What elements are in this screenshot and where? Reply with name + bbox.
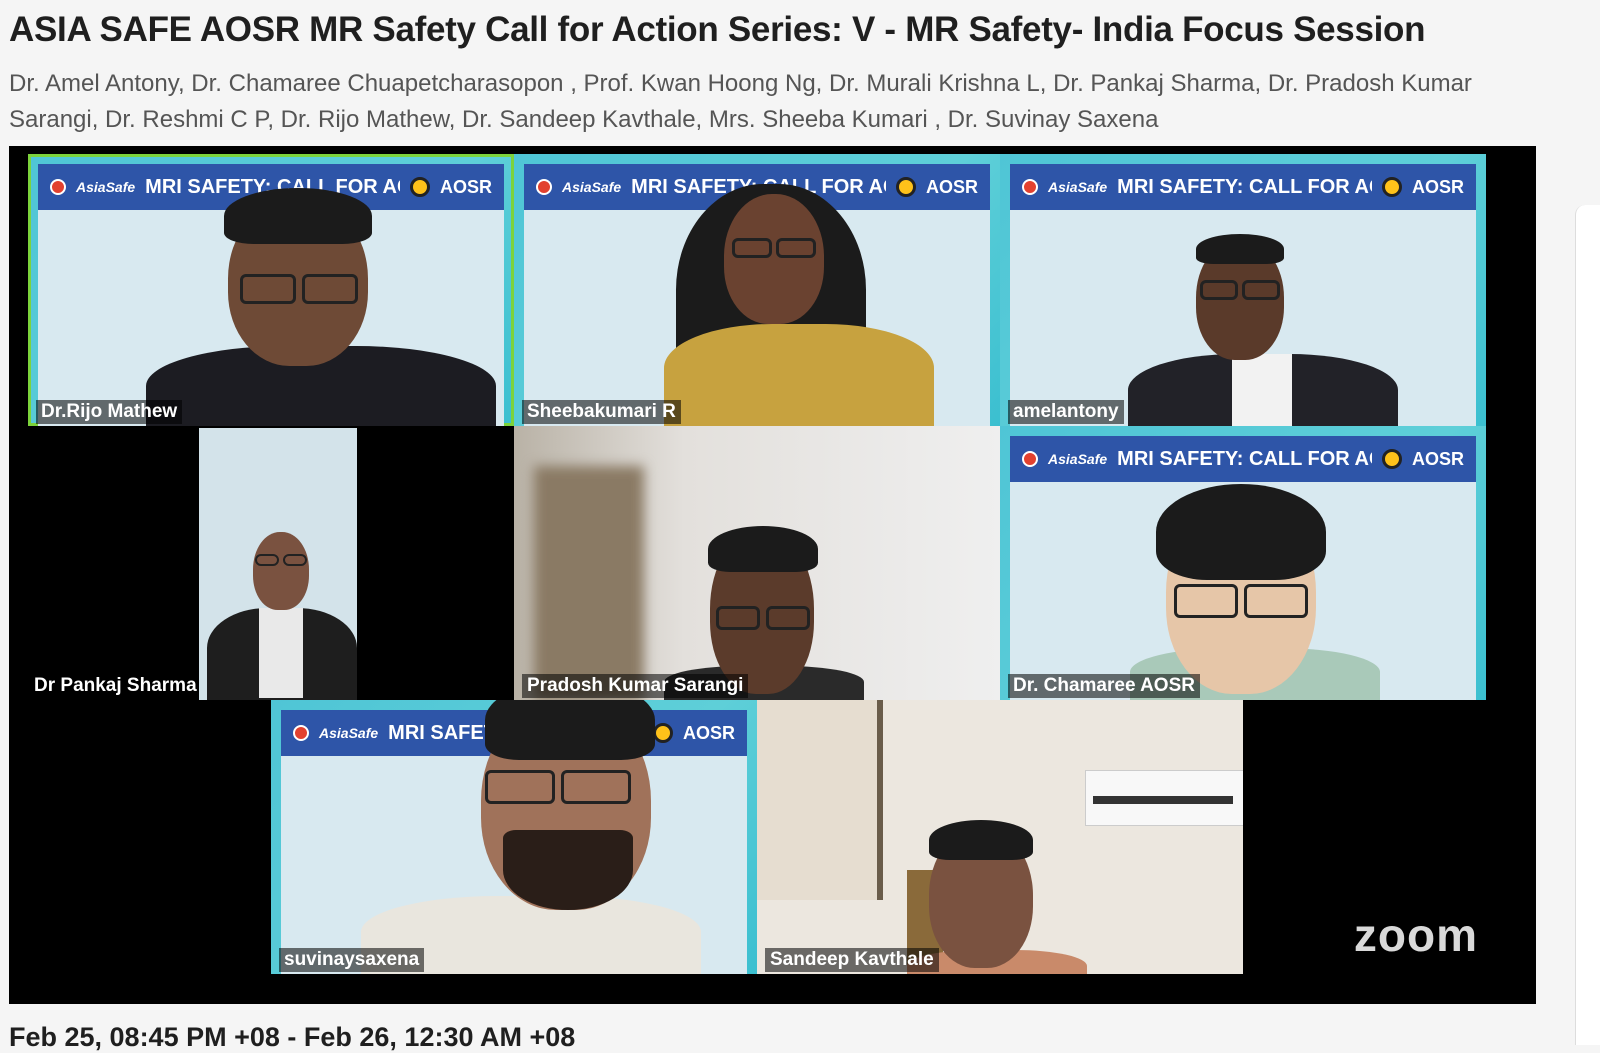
banner-headline: MRI SAFETY: CALL FOR ACTION: [1117, 175, 1372, 198]
aosr-logo-icon: [1381, 449, 1402, 469]
banner-brand: AsiaSafe: [1048, 179, 1108, 195]
participant-tile-pradosh-sarangi: Pradosh Kumar Sarangi: [514, 426, 1000, 700]
participant-tile-rijo-mathew: AsiaSafe MRI SAFETY: CALL FOR ACTION AOS…: [28, 154, 514, 426]
side-panel-edge: [1575, 205, 1600, 1045]
asiasafe-logo-icon: [1022, 451, 1038, 467]
asiasafe-logo-icon: [536, 179, 552, 195]
banner-brand: AsiaSafe: [1048, 451, 1108, 467]
participant-tile-pankaj-sharma: Dr Pankaj Sharma: [9, 426, 514, 700]
participant-name: Sheebakumari R: [522, 400, 681, 424]
participant-name: Dr.Rijo Mathew: [36, 400, 183, 424]
participant-name: Pradosh Kumar Sarangi: [522, 674, 749, 698]
banner-org: AOSR: [925, 176, 978, 197]
banner-brand: AsiaSafe: [76, 179, 136, 195]
participant-tile-sheebakumari: AsiaSafe MRI SAFETY: CALL FOR ACTION AOS…: [514, 154, 1000, 426]
banner-org: AOSR: [682, 722, 735, 743]
participant-tile-amelantony: AsiaSafe MRI SAFETY: CALL FOR ACTION AOS…: [1000, 154, 1486, 426]
event-datetime: Feb 25, 08:45 PM +08 - Feb 26, 12:30 AM …: [9, 1022, 576, 1052]
participant-name: suvinaysaxena: [279, 948, 425, 972]
participant-name: Sandeep Kavthale: [765, 948, 939, 972]
participant-name: Dr. Chamaree AOSR: [1008, 674, 1200, 698]
asiasafe-logo-icon: [1022, 179, 1038, 195]
banner-org: AOSR: [1411, 448, 1464, 469]
video-recording[interactable]: AsiaSafe MRI SAFETY: CALL FOR ACTION AOS…: [9, 146, 1536, 1004]
banner-headline: MRI SAFETY: CALL FOR ACTION: [1117, 447, 1372, 470]
banner-org: AOSR: [439, 176, 492, 197]
participant-video: [199, 428, 357, 700]
banner-org: AOSR: [1411, 176, 1464, 197]
event-title: ASIA SAFE AOSR MR Safety Call for Action…: [9, 10, 1426, 49]
aosr-logo-icon: [409, 177, 430, 197]
asiasafe-logo-icon: [293, 725, 309, 741]
event-authors: Dr. Amel Antony, Dr. Chamaree Chuapetcha…: [9, 70, 1472, 133]
zoom-watermark: zoom: [1353, 909, 1478, 961]
banner-brand: AsiaSafe: [562, 179, 622, 195]
event-banner: AsiaSafe MRI SAFETY: CALL FOR ACTION AOS…: [1010, 436, 1476, 482]
participant-tile-sandeep-kavthale: Sandeep Kavthale: [757, 700, 1243, 974]
banner-brand: AsiaSafe: [319, 725, 379, 741]
participant-name: Dr Pankaj Sharma: [34, 675, 197, 696]
participant-tile-suvinaysaxena: AsiaSafe MRI SAFETY: AOSR suvinaysaxena: [271, 700, 757, 974]
aosr-logo-icon: [1381, 177, 1402, 197]
asiasafe-logo-icon: [50, 179, 66, 195]
event-banner: AsiaSafe MRI SAFETY: CALL FOR ACTION AOS…: [1010, 164, 1476, 210]
participant-tile-chamaree: AsiaSafe MRI SAFETY: CALL FOR ACTION AOS…: [1000, 426, 1486, 700]
aosr-logo-icon: [895, 177, 916, 197]
aosr-logo-icon: [652, 723, 673, 743]
participant-name: amelantony: [1008, 400, 1124, 424]
